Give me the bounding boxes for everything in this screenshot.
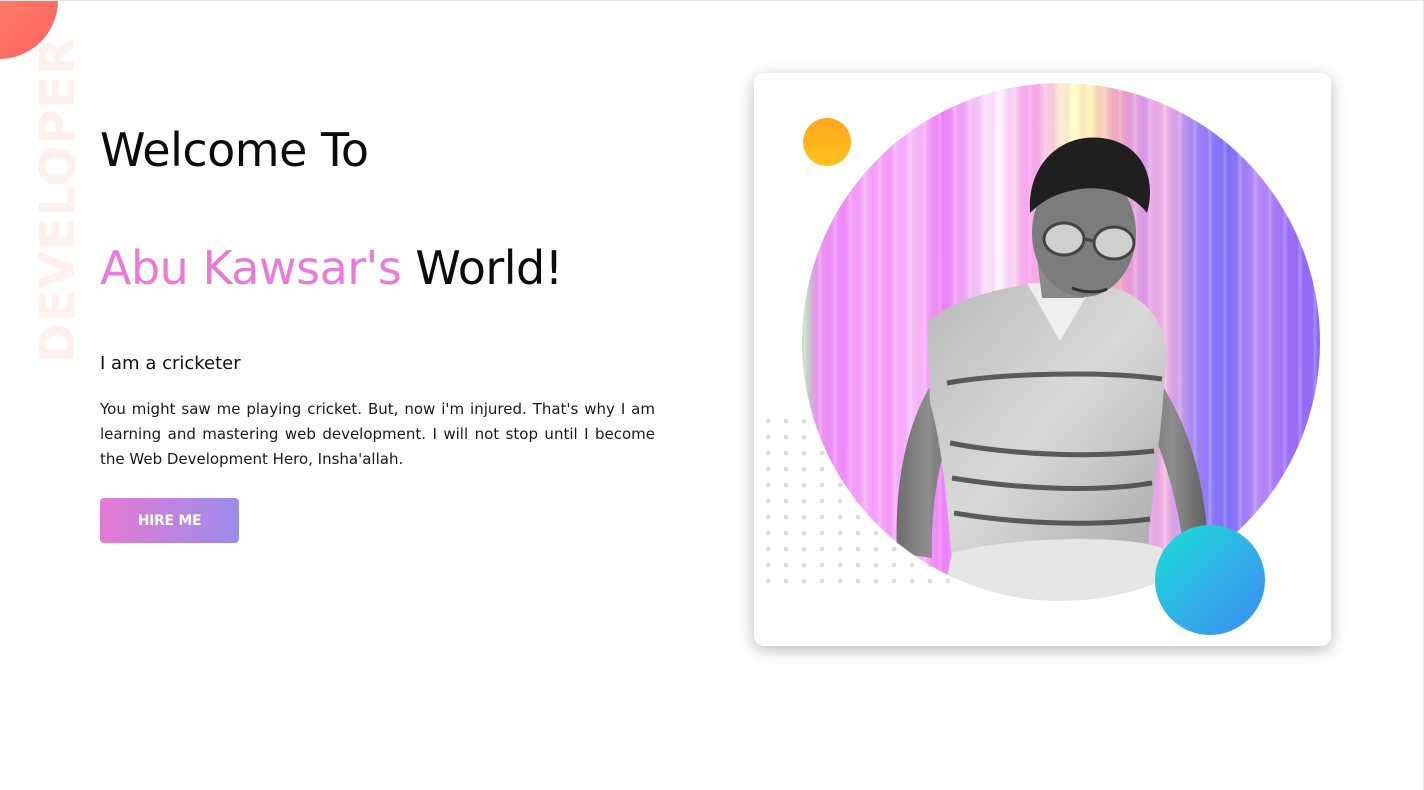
pattern-dot [765, 418, 771, 424]
pattern-dot [765, 546, 771, 552]
profile-portrait [802, 83, 1320, 601]
pattern-dot [783, 450, 789, 456]
pattern-dot [783, 578, 789, 584]
hero-title-suffix: World! [401, 241, 563, 295]
pattern-dot [783, 434, 789, 440]
hero-intro-paragraph: You might saw me playing cricket. But, n… [100, 400, 655, 468]
side-watermark-text: DEVELOPER [30, 36, 86, 363]
pattern-dot [783, 562, 789, 568]
hero-title-line-2: Abu Kawsar's World! [100, 241, 563, 295]
profile-photo-card [754, 73, 1331, 646]
pattern-dot [765, 434, 771, 440]
pattern-dot [765, 514, 771, 520]
hero-page: DEVELOPER Welcome To Abu Kawsar's World!… [0, 0, 1424, 790]
hire-me-button[interactable]: HIRE ME [100, 498, 239, 543]
pattern-dot [783, 466, 789, 472]
person-photo-icon [896, 137, 1207, 601]
pattern-dot [765, 482, 771, 488]
pattern-dot [783, 482, 789, 488]
pattern-dot [765, 530, 771, 536]
pattern-dot [765, 562, 771, 568]
pattern-dot [783, 498, 789, 504]
pattern-dot [765, 466, 771, 472]
hero-title-line-1: Welcome To [100, 123, 369, 177]
pattern-dot [765, 498, 771, 504]
pattern-dot [783, 530, 789, 536]
hero-subheading: I am a cricketer [100, 353, 241, 374]
teal-circle-decoration [1155, 525, 1265, 635]
hero-name-highlight: Abu Kawsar's [100, 241, 402, 295]
pattern-dot [783, 546, 789, 552]
pattern-dot [765, 450, 771, 456]
pattern-dot [783, 514, 789, 520]
pattern-dot [765, 578, 771, 584]
pattern-dot [783, 418, 789, 424]
